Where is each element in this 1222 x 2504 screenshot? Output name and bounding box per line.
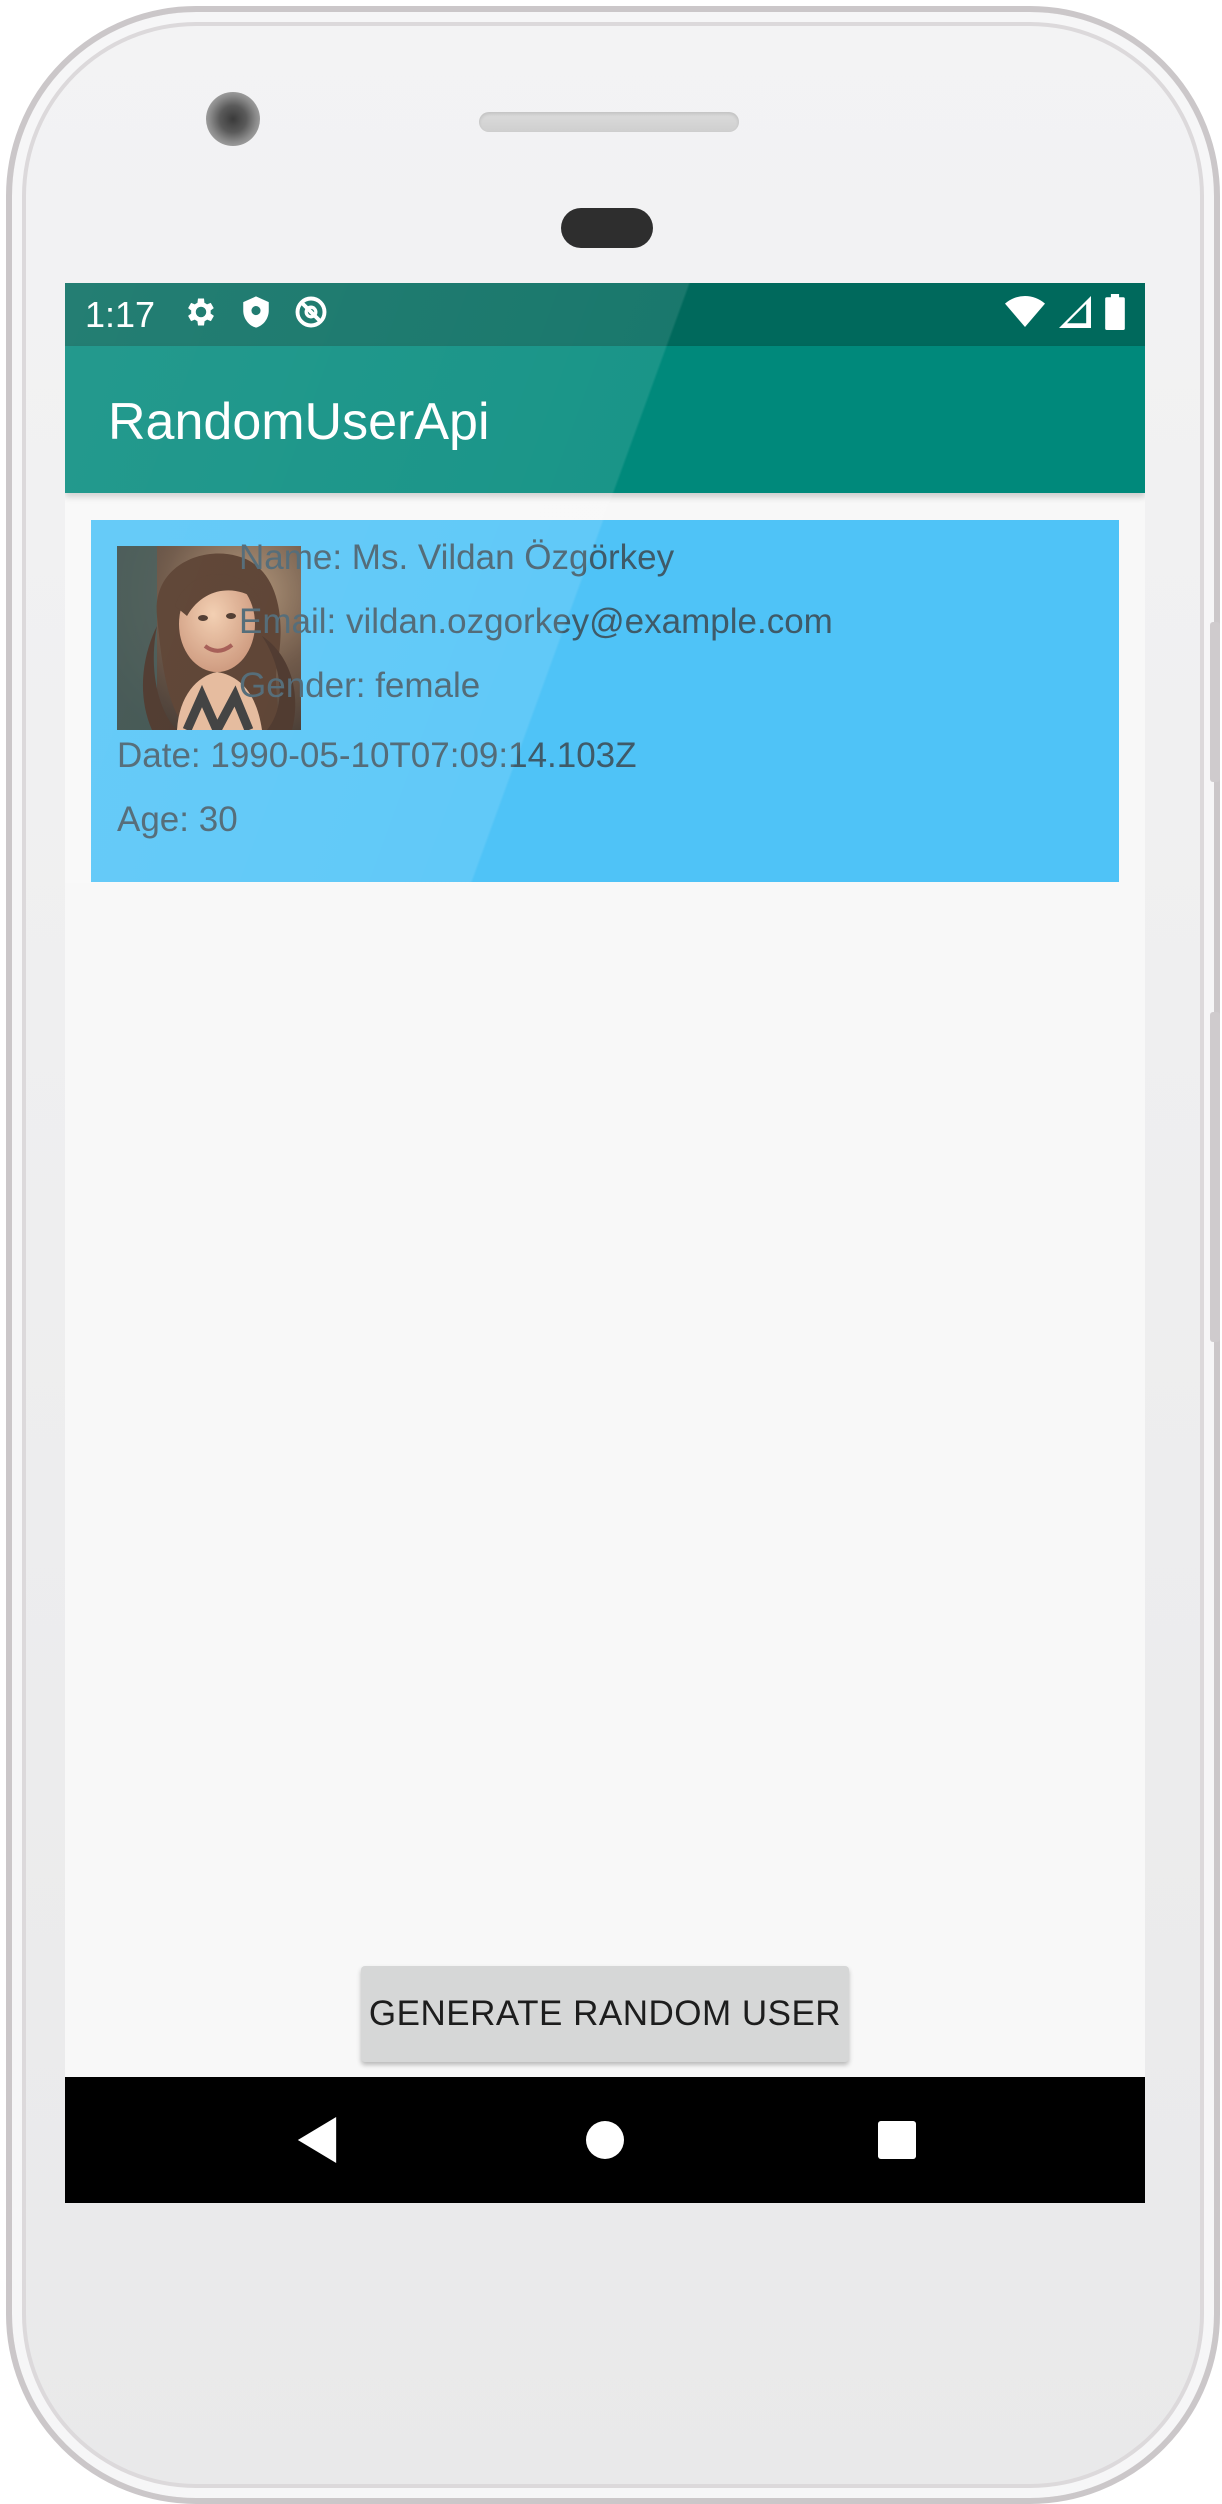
- user-email: Email: vildan.ozgorkey@example.com: [239, 602, 833, 641]
- power-button: [1210, 622, 1220, 782]
- app-bar: RandomUserApi: [65, 346, 1145, 493]
- device-screen: 1:17 RandomUserApi Name: Ms. Vildan Özgö…: [65, 283, 1145, 2203]
- cell-signal-icon: [1059, 296, 1091, 333]
- back-icon[interactable]: [287, 2110, 347, 2170]
- user-card: Name: Ms. Vildan Özgörkey Email: vildan.…: [91, 520, 1119, 882]
- battery-icon: [1105, 294, 1125, 335]
- home-icon[interactable]: [575, 2110, 635, 2170]
- navigation-bar: [65, 2077, 1145, 2203]
- user-gender: Gender: female: [239, 666, 481, 705]
- volume-button: [1210, 1012, 1220, 1342]
- app-title: RandomUserApi: [108, 393, 490, 451]
- wifi-icon: [1005, 295, 1045, 334]
- proximity-sensor: [561, 208, 653, 248]
- status-time: 1:17: [85, 293, 156, 335]
- recents-icon[interactable]: [867, 2110, 927, 2170]
- gear-icon: [183, 294, 219, 335]
- user-date: Date: 1990-05-10T07:09:14.103Z: [117, 736, 637, 775]
- user-name: Name: Ms. Vildan Özgörkey: [239, 538, 675, 577]
- generate-random-user-button[interactable]: GENERATE RANDOM USER: [361, 1966, 849, 2062]
- do-not-disturb-icon: [293, 294, 329, 335]
- front-camera: [206, 92, 260, 146]
- shield-icon: [239, 294, 273, 335]
- earpiece-speaker: [479, 112, 739, 132]
- status-bar: 1:17: [65, 283, 1145, 346]
- user-age: Age: 30: [117, 800, 238, 839]
